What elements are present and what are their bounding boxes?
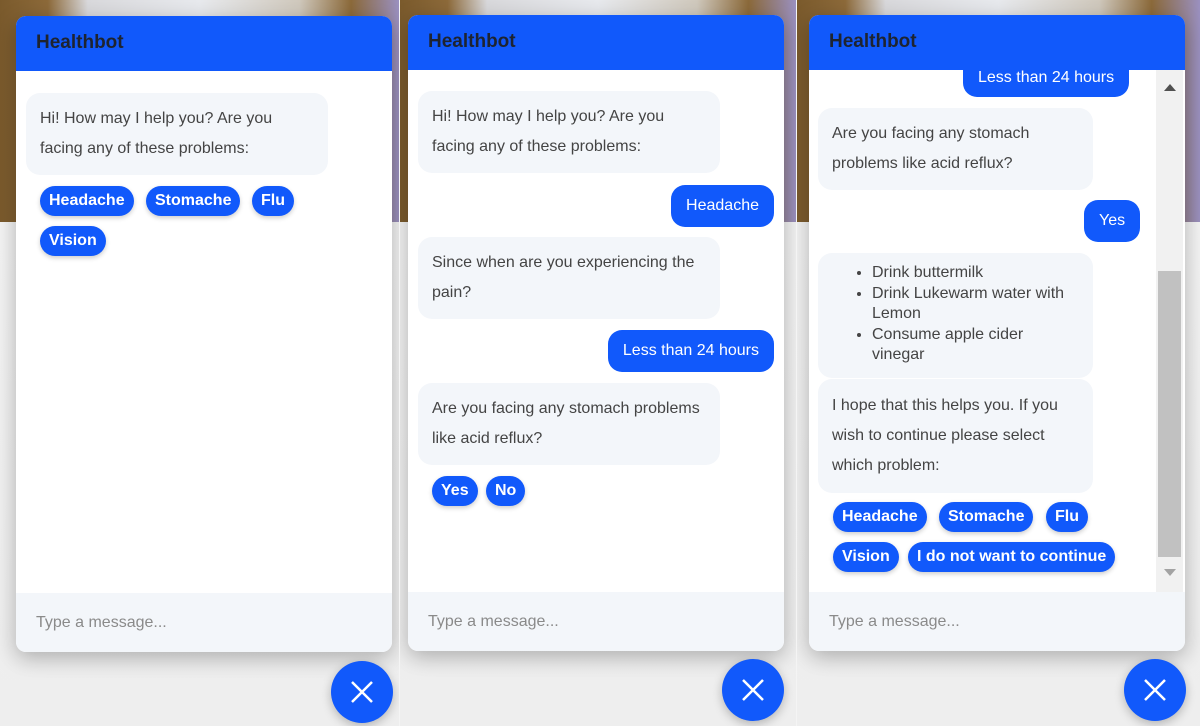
screenshot-3: Healthbot Less than 24 hours Are you fac… — [797, 0, 1200, 726]
chat-header: Healthbot — [16, 16, 392, 71]
option-headache[interactable]: Headache — [833, 502, 927, 532]
bot-message: Since when are you experiencing the pain… — [418, 237, 720, 319]
option-vision[interactable]: Vision — [833, 542, 899, 572]
close-chat-button[interactable] — [331, 661, 393, 723]
chat-window: Healthbot Hi! How may I help you? Are yo… — [16, 16, 392, 652]
close-chat-button[interactable] — [1124, 659, 1186, 721]
bot-message: Are you facing any stomach problems like… — [418, 383, 720, 465]
message-input[interactable] — [809, 592, 1185, 651]
message-input[interactable] — [408, 592, 784, 651]
screenshot-1: Healthbot Hi! How may I help you? Are yo… — [0, 0, 399, 726]
chat-header: Healthbot — [408, 15, 784, 70]
message-list: Hi! How may I help you? Are you facing a… — [16, 71, 392, 593]
option-headache[interactable]: Headache — [40, 186, 134, 216]
option-stomache[interactable]: Stomache — [146, 186, 241, 216]
tips-list: Drink buttermilk Drink Lukewarm water wi… — [832, 263, 1079, 366]
option-flu[interactable]: Flu — [1046, 502, 1088, 532]
tip-item: Drink buttermilk — [872, 263, 1079, 284]
option-no[interactable]: No — [486, 476, 526, 506]
close-chat-button[interactable] — [722, 659, 784, 721]
message-input[interactable] — [16, 593, 392, 652]
option-flu[interactable]: Flu — [252, 186, 294, 216]
user-message: Headache — [671, 185, 774, 227]
bot-message: Are you facing any stomach problems like… — [818, 108, 1093, 190]
chat-title: Healthbot — [36, 32, 124, 53]
option-stomache[interactable]: Stomache — [939, 502, 1034, 532]
chat-title: Healthbot — [428, 31, 516, 52]
user-message: Less than 24 hours — [963, 70, 1130, 97]
tip-item: Drink Lukewarm water with Lemon — [872, 284, 1079, 325]
message-list: Less than 24 hours Are you facing any st… — [809, 70, 1185, 592]
screenshot-2: Healthbot Hi! How may I help you? Are yo… — [400, 0, 796, 726]
scrollbar[interactable] — [1156, 70, 1183, 592]
user-message: Less than 24 hours — [607, 330, 774, 372]
close-icon — [351, 681, 373, 703]
bot-message: Hi! How may I help you? Are you facing a… — [26, 93, 328, 175]
scrollbar-thumb[interactable] — [1158, 271, 1181, 557]
bot-message: I hope that this helps you. If you wish … — [818, 379, 1093, 493]
chat-header: Healthbot — [809, 15, 1185, 70]
chat-window: Healthbot Hi! How may I help you? Are yo… — [408, 15, 784, 651]
close-icon — [742, 679, 764, 701]
chat-title: Healthbot — [829, 31, 917, 52]
tip-item: Consume apple cider vinegar — [872, 325, 1079, 366]
scroll-up-icon[interactable] — [1164, 84, 1176, 91]
option-yes[interactable]: Yes — [432, 476, 478, 506]
user-message: Yes — [1084, 200, 1141, 242]
bot-tips-message: Drink buttermilk Drink Lukewarm water wi… — [818, 253, 1093, 378]
close-icon — [1144, 679, 1166, 701]
bot-message: Hi! How may I help you? Are you facing a… — [418, 91, 720, 173]
message-list: Hi! How may I help you? Are you facing a… — [408, 70, 784, 592]
scroll-down-icon[interactable] — [1164, 569, 1176, 576]
option-do-not-continue[interactable]: I do not want to continue — [908, 542, 1116, 572]
chat-window: Healthbot Less than 24 hours Are you fac… — [809, 15, 1185, 651]
option-vision[interactable]: Vision — [40, 226, 106, 256]
